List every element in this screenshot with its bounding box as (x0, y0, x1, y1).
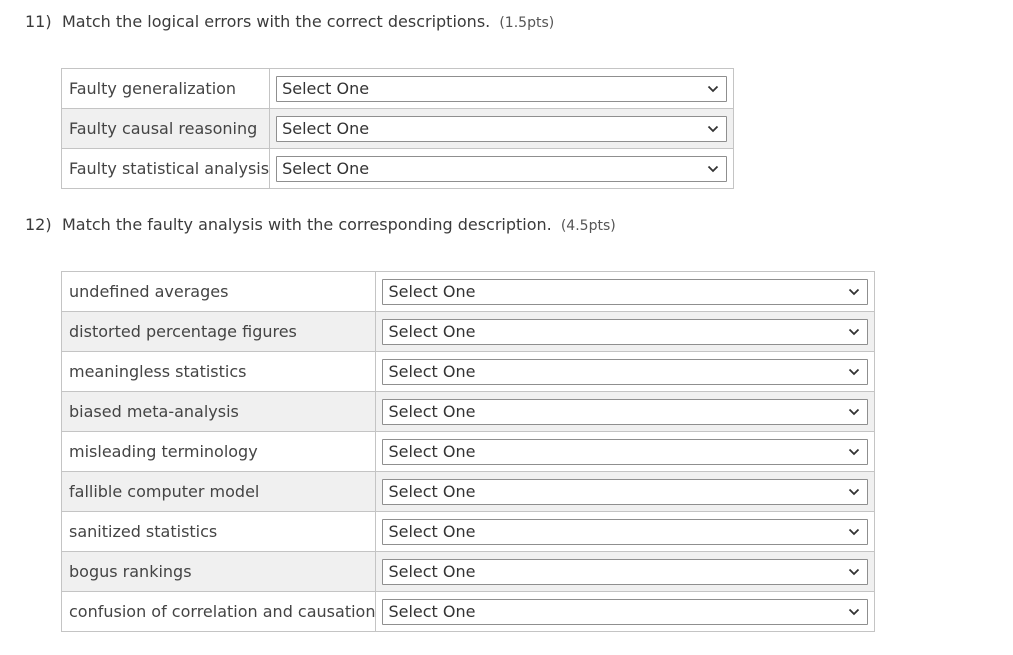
match-term: Faulty statistical analysis (60, 148, 271, 189)
question-11-number: 11) (25, 12, 52, 31)
question-12-points: (4.5pts) (560, 218, 616, 234)
select-value: Select One (388, 322, 476, 341)
match-row: Faulty generalization Select One (60, 68, 734, 109)
answer-select[interactable]: Select One (382, 278, 868, 305)
select-value: Select One (388, 442, 476, 461)
select-value: Select One (388, 562, 476, 581)
match-row: fallible computer model Select One (60, 471, 875, 512)
match-row: misleading terminology Select One (60, 431, 875, 472)
chevron-down-icon (848, 328, 860, 335)
answer-select[interactable]: Select One (276, 155, 727, 182)
question-11-match-table: Faulty generalization Select One Faulty … (60, 68, 734, 189)
select-value: Select One (388, 282, 476, 301)
match-term: fallible computer model (60, 471, 377, 512)
answer-select[interactable]: Select One (382, 518, 868, 545)
chevron-down-icon (707, 125, 719, 132)
question-12-number: 12) (25, 215, 52, 234)
answer-select[interactable]: Select One (382, 598, 868, 625)
match-row: sanitized statistics Select One (60, 511, 875, 552)
answer-select[interactable]: Select One (382, 318, 868, 345)
match-term: confusion of correlation and causation (60, 591, 377, 632)
answer-select[interactable]: Select One (382, 558, 868, 585)
answer-select[interactable]: Select One (276, 115, 727, 142)
select-value: Select One (388, 522, 476, 541)
select-value: Select One (388, 482, 476, 501)
question-12-title: 12) Match the faulty analysis with the co… (25, 215, 616, 234)
chevron-down-icon (848, 568, 860, 575)
question-11-title: 11) Match the logical errors with the cor… (25, 12, 554, 31)
answer-select[interactable]: Select One (382, 358, 868, 385)
chevron-down-icon (848, 608, 860, 615)
question-12-match-table: undefined averages Select One distorted … (60, 271, 875, 632)
select-value: Select One (282, 119, 370, 138)
select-value: Select One (388, 402, 476, 421)
match-row: distorted percentage figures Select One (60, 311, 875, 352)
match-row: undefined averages Select One (60, 271, 875, 312)
chevron-down-icon (707, 165, 719, 172)
match-term: undefined averages (60, 271, 377, 312)
match-term: misleading terminology (60, 431, 377, 472)
select-value: Select One (282, 159, 370, 178)
match-term: distorted percentage figures (60, 311, 377, 352)
chevron-down-icon (848, 488, 860, 495)
match-row: biased meta-analysis Select One (60, 391, 875, 432)
match-row: Faulty statistical analysis Select One (60, 148, 734, 189)
answer-select[interactable]: Select One (382, 438, 868, 465)
chevron-down-icon (848, 368, 860, 375)
match-row: meaningless statistics Select One (60, 351, 875, 392)
question-11-points: (1.5pts) (499, 15, 555, 31)
match-term: meaningless statistics (60, 351, 377, 392)
match-row: Faulty causal reasoning Select One (60, 108, 734, 149)
question-11-prompt: Match the logical errors with the correc… (62, 12, 491, 31)
chevron-down-icon (707, 85, 719, 92)
chevron-down-icon (848, 448, 860, 455)
select-value: Select One (282, 79, 370, 98)
answer-select[interactable]: Select One (276, 75, 727, 102)
answer-select[interactable]: Select One (382, 398, 868, 425)
match-term: bogus rankings (60, 551, 377, 592)
chevron-down-icon (848, 408, 860, 415)
match-row: confusion of correlation and causation S… (60, 591, 875, 632)
answer-select[interactable]: Select One (382, 478, 868, 505)
match-row: bogus rankings Select One (60, 551, 875, 592)
select-value: Select One (388, 602, 476, 621)
match-term: Faulty generalization (60, 68, 271, 109)
match-term: Faulty causal reasoning (60, 108, 271, 149)
chevron-down-icon (848, 528, 860, 535)
question-12-prompt: Match the faulty analysis with the corre… (62, 215, 552, 234)
chevron-down-icon (848, 288, 860, 295)
select-value: Select One (388, 362, 476, 381)
match-term: sanitized statistics (60, 511, 377, 552)
match-term: biased meta-analysis (60, 391, 377, 432)
